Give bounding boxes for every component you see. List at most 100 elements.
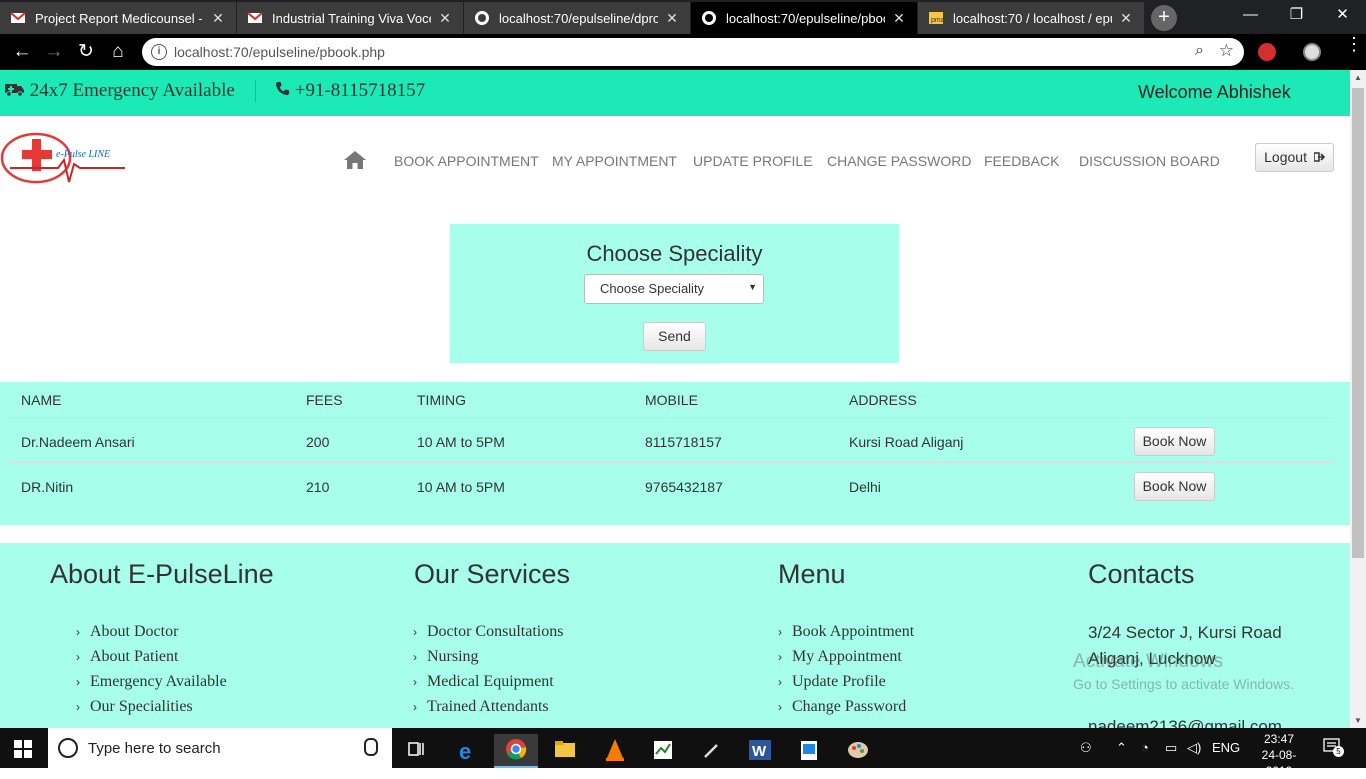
chrome-icon[interactable] [494,734,538,768]
notification-center-icon[interactable]: 5 [1323,738,1344,757]
column-header: MOBILE [645,392,698,408]
forward-button[interactable]: → [40,39,68,65]
browser-tab[interactable]: Industrial Training Viva Voce - ✕ [237,2,463,34]
scroll-down-icon[interactable]: ▼ [1350,716,1366,725]
close-icon[interactable]: ✕ [664,10,680,27]
book-now-button[interactable]: Book Now [1134,427,1215,456]
chevron-right-icon: › [76,700,80,714]
top-info-bar: 24x7 Emergency Available +91-8115718157 … [0,70,1350,116]
site-logo[interactable]: e-Pulse LINE [0,128,128,194]
phone-info: +91-8115718157 [275,80,425,102]
word-icon[interactable]: W [738,734,782,768]
ambulance-icon [5,84,24,97]
emergency-info: 24x7 Emergency Available [5,80,235,102]
footer-menu-title: Menu [778,559,846,589]
close-icon[interactable]: ✕ [210,10,226,27]
speciality-select[interactable]: Choose Speciality ▼ [584,274,764,304]
spreadsheet-icon[interactable] [641,734,685,768]
nav-discussion-board[interactable]: DISCUSSION BOARD [1079,153,1220,169]
wifi-icon[interactable]: ◔ [1141,740,1149,755]
footer-link[interactable]: › Book Appointment [778,623,914,648]
footer-link[interactable]: › About Doctor [76,623,227,648]
doctor-name: Dr.Nadeem Ansari [21,434,135,450]
nav-update-profile[interactable]: UPDATE PROFILE [693,153,813,169]
browser-tab[interactable]: pma localhost:70 / localhost / epul ✕ [918,2,1144,34]
footer-link[interactable]: › Medical Equipment [413,673,563,698]
paint-icon[interactable] [836,734,880,768]
nav-feedback[interactable]: FEEDBACK [984,153,1059,169]
edge-icon[interactable]: e [446,734,490,768]
system-clock[interactable]: 23:47 24-08-2019 [1249,731,1309,779]
restore-button[interactable]: ❐ [1274,0,1319,32]
address-bar[interactable]: i localhost:70/epulseline/pbook.php ⌕ ☆ [142,38,1244,66]
caret-down-icon: ▼ [748,282,757,292]
tab-title: localhost:70/epulseline/dprofil [499,10,658,26]
pen-icon[interactable] [690,734,734,768]
menu-icon[interactable]: ⋮ [1345,35,1363,53]
home-button[interactable]: ⌂ [104,39,132,65]
footer-link[interactable]: › Emergency Available [76,673,227,698]
footer-link[interactable]: › My Appointment [778,648,914,673]
gmail-icon [247,12,263,23]
volume-icon[interactable]: ◁) [1187,740,1201,756]
close-icon[interactable]: ✕ [891,10,907,27]
welcome-text: Welcome Abhishek [1138,82,1291,102]
chevron-right-icon: › [413,625,417,639]
logo-text: e-Pulse LINE [56,149,111,160]
footer-link[interactable]: › About Patient [76,648,227,673]
nav-book-appointment[interactable]: BOOK APPOINTMENT [394,153,539,169]
chevron-up-icon[interactable]: ⌃ [1116,740,1127,756]
task-view-icon[interactable] [394,734,438,768]
battery-icon[interactable]: ▭ [1165,740,1177,756]
info-icon[interactable]: i [151,44,167,60]
search-placeholder: Type here to search [88,740,221,757]
photos-icon[interactable] [787,734,831,768]
home-icon[interactable] [343,150,367,170]
page-scrollbar[interactable]: ▲ ▼ [1350,70,1366,728]
close-window-button[interactable]: ✕ [1320,0,1365,32]
logout-button[interactable]: Logout [1255,143,1334,172]
footer-link[interactable]: › Our Specialities [76,698,227,723]
scrollbar-thumb[interactable] [1352,88,1364,558]
close-icon[interactable]: ✕ [437,10,453,27]
zoom-icon[interactable]: ⌕ [1195,42,1204,60]
doctor-timing: 10 AM to 5PM [417,479,505,495]
browser-tab[interactable]: localhost:70/epulseline/dprofil ✕ [464,2,690,34]
send-button[interactable]: Send [643,322,706,351]
profile-avatar[interactable] [1303,43,1321,61]
nav-change-password[interactable]: CHANGE PASSWORD [827,153,971,169]
browser-tab-active[interactable]: localhost:70/epulseline/pbook ✕ [691,2,917,34]
close-icon[interactable]: ✕ [1118,10,1134,27]
minimize-button[interactable]: — [1228,0,1273,32]
browser-tab[interactable]: Project Report Medicounsel - m ✕ [0,2,236,34]
language-indicator[interactable]: ENG [1212,740,1240,755]
footer-link[interactable]: › Update Profile [778,673,914,698]
phone-text: +91-8115718157 [294,80,426,101]
bookmark-star-icon[interactable]: ☆ [1219,41,1234,61]
vlc-icon[interactable] [593,734,637,768]
taskbar-search[interactable]: Type here to search [48,728,392,768]
tab-title: Industrial Training Viva Voce - [272,10,431,26]
scroll-up-icon[interactable]: ▲ [1350,73,1366,82]
reload-button[interactable]: ↻ [72,39,100,65]
phone-icon [275,81,290,96]
mic-icon[interactable] [364,738,378,756]
new-tab-button[interactable]: + [1151,5,1177,31]
book-now-button[interactable]: Book Now [1134,472,1215,501]
globe-icon [702,11,716,25]
footer-link[interactable]: › Nursing [413,648,563,673]
speciality-panel: Choose Speciality Choose Speciality ▼ Se… [450,224,899,363]
footer-link[interactable]: › Trained Attendants [413,698,563,723]
windows-start-icon[interactable] [14,740,32,758]
people-icon[interactable]: ⚇ [1080,740,1092,756]
footer-link[interactable]: › Change Password [778,698,914,723]
file-explorer-icon[interactable] [543,734,587,768]
footer-about-title: About E-PulseLine [50,559,274,589]
back-button[interactable]: ← [8,39,36,65]
phpmyadmin-icon: pma [929,12,944,24]
nav-my-appointment[interactable]: MY APPOINTMENT [552,153,677,169]
chevron-right-icon: › [778,700,782,714]
footer-link[interactable]: › Doctor Consultations [413,623,563,648]
extension-icon[interactable] [1258,43,1276,61]
clock-date: 24-08-2019 [1261,748,1297,778]
